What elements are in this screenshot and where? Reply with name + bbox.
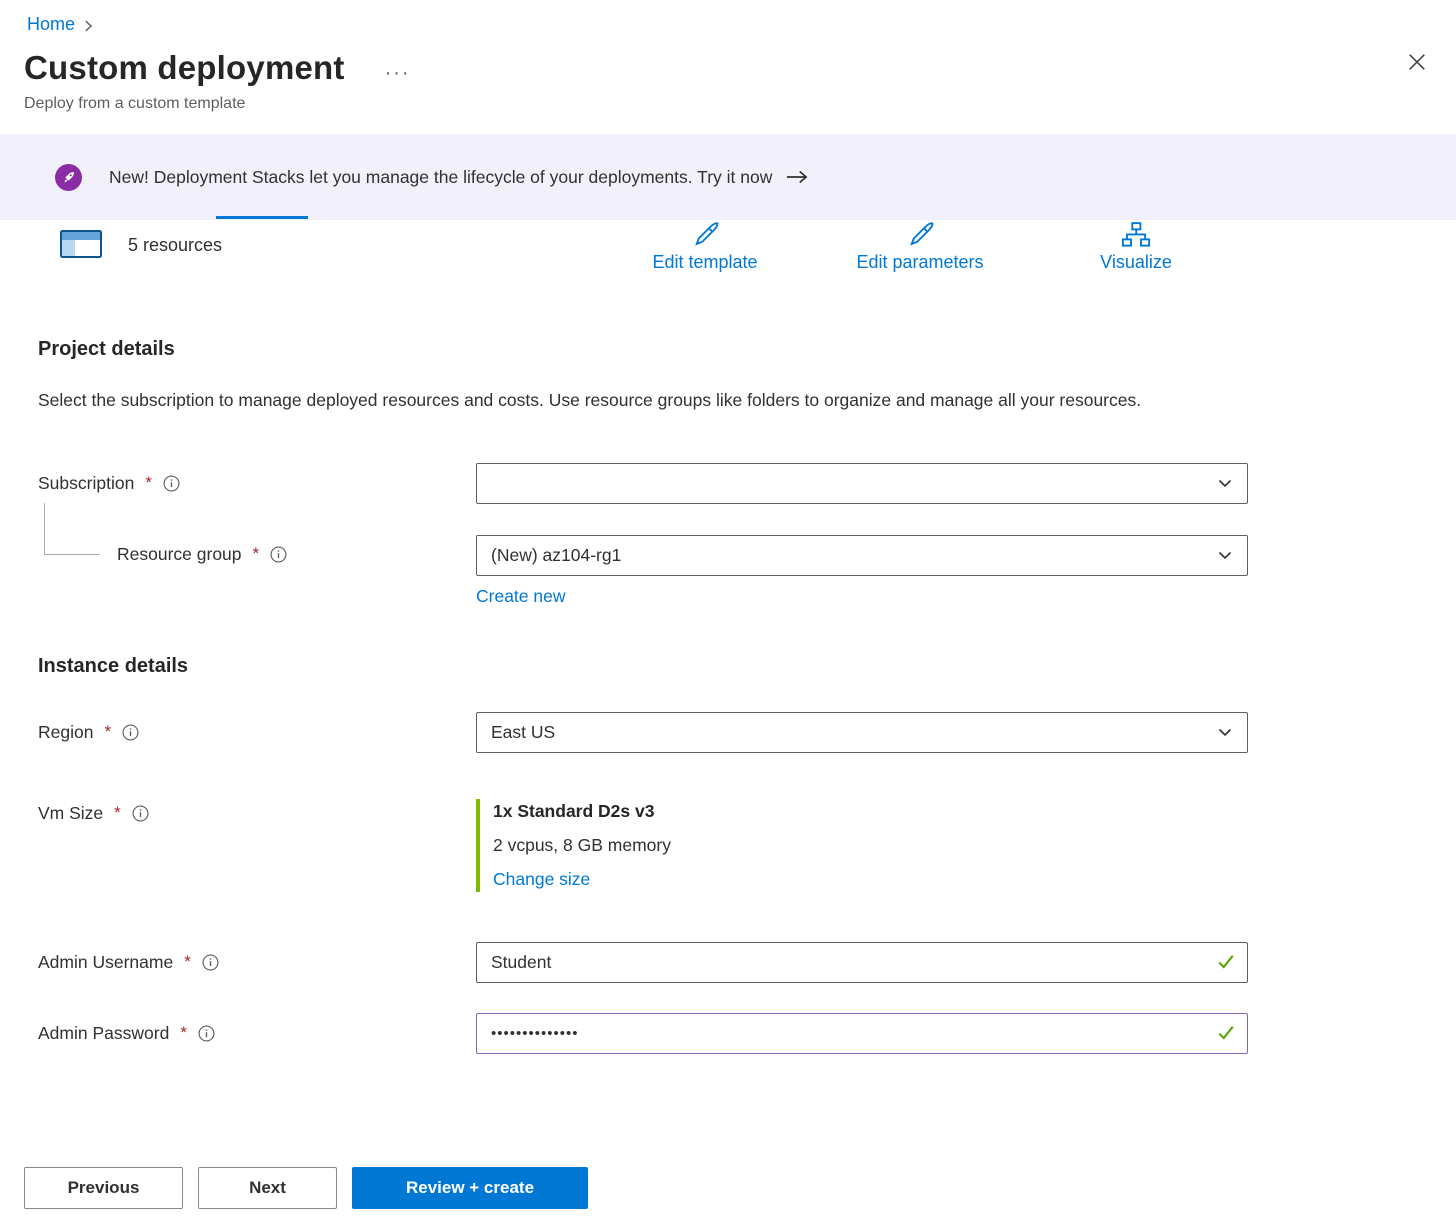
admin-username-input[interactable] — [476, 942, 1248, 983]
vm-size-row: Vm Size * 1x Standard D2s v3 2 vcpus, 8 G… — [38, 799, 1432, 892]
change-size-link[interactable]: Change size — [493, 869, 590, 890]
admin-password-info-button[interactable] — [198, 1025, 215, 1042]
subscription-label: Subscription — [38, 473, 134, 494]
info-icon — [202, 954, 219, 971]
vm-size-label: Vm Size — [38, 803, 103, 824]
more-actions-ellipsis[interactable]: ··· — [385, 62, 411, 85]
subscription-select[interactable] — [476, 463, 1248, 504]
template-resources: 5 resources — [58, 226, 222, 264]
selected-tab-underline — [216, 216, 308, 219]
previous-button[interactable]: Previous — [24, 1167, 183, 1209]
info-icon — [163, 475, 180, 492]
valid-checkmark-icon — [1217, 953, 1235, 976]
info-icon — [198, 1025, 215, 1042]
resource-group-label: Resource group — [117, 544, 242, 565]
breadcrumb: Home — [0, 0, 1456, 35]
next-button[interactable]: Next — [198, 1167, 337, 1209]
pencil-icon — [903, 220, 937, 250]
resource-group-value: (New) az104-rg1 — [491, 545, 621, 566]
required-asterisk: * — [145, 473, 152, 493]
breadcrumb-home-link[interactable]: Home — [27, 14, 75, 35]
create-new-link[interactable]: Create new — [476, 586, 566, 607]
vm-size-specs: 2 vcpus, 8 GB memory — [493, 835, 1248, 856]
chevron-down-icon — [1217, 547, 1233, 563]
edit-template-label: Edit template — [652, 252, 757, 273]
resource-group-select[interactable]: (New) az104-rg1 — [476, 535, 1248, 576]
chevron-down-icon — [1217, 724, 1233, 740]
vm-size-title: 1x Standard D2s v3 — [493, 801, 1248, 822]
edit-parameters-label: Edit parameters — [856, 252, 983, 273]
sitemap-icon — [1120, 220, 1152, 250]
resource-group-info-button[interactable] — [270, 546, 287, 563]
info-icon — [270, 546, 287, 563]
region-row: Region * East US — [38, 712, 1432, 753]
visualize-link[interactable]: Visualize — [1090, 220, 1182, 273]
admin-username-info-button[interactable] — [202, 954, 219, 971]
region-value: East US — [491, 722, 555, 743]
edit-template-link[interactable]: Edit template — [635, 220, 775, 273]
required-asterisk: * — [180, 1023, 187, 1043]
admin-password-row: Admin Password * — [38, 1013, 1432, 1054]
subscription-info-button[interactable] — [163, 475, 180, 492]
breadcrumb-chevron-icon — [81, 19, 95, 33]
form-content: Project details Select the subscription … — [0, 338, 1456, 1054]
admin-password-label: Admin Password — [38, 1023, 169, 1044]
required-asterisk: * — [114, 803, 121, 823]
required-asterisk: * — [253, 544, 260, 564]
region-label: Region — [38, 722, 93, 743]
valid-checkmark-icon — [1217, 1024, 1235, 1047]
edit-parameters-link[interactable]: Edit parameters — [838, 220, 1002, 273]
template-bar: 5 resources Edit template Edit parameter… — [0, 220, 1456, 294]
pencil-icon — [688, 220, 722, 250]
custom-deployment-page: Home Custom deployment ··· Deploy from a… — [0, 0, 1456, 1219]
required-asterisk: * — [184, 952, 191, 972]
banner-arrow-icon — [786, 168, 808, 186]
visualize-label: Visualize — [1100, 252, 1172, 273]
rocket-icon — [55, 164, 82, 191]
template-icon — [58, 226, 104, 264]
resource-group-row: Resource group * (New) az104-rg1 Create n… — [38, 535, 1432, 607]
page-title: Custom deployment — [24, 49, 345, 87]
admin-username-label: Admin Username — [38, 952, 173, 973]
review-create-button[interactable]: Review + create — [352, 1167, 588, 1209]
project-details-heading: Project details — [38, 338, 1432, 361]
instance-details-heading: Instance details — [38, 655, 1432, 678]
deployment-stacks-banner[interactable]: New! Deployment Stacks let you manage th… — [0, 134, 1456, 220]
wizard-footer: Previous Next Review + create — [24, 1167, 588, 1209]
info-icon — [132, 805, 149, 822]
resources-count-label: 5 resources — [128, 235, 222, 256]
project-details-description: Select the subscription to manage deploy… — [38, 385, 1198, 417]
region-info-button[interactable] — [122, 724, 139, 741]
tree-connector — [44, 503, 100, 555]
vm-size-summary: 1x Standard D2s v3 2 vcpus, 8 GB memory … — [476, 799, 1248, 892]
vm-size-info-button[interactable] — [132, 805, 149, 822]
subscription-row: Subscription * — [38, 463, 1432, 504]
chevron-down-icon — [1217, 475, 1233, 491]
close-icon — [1408, 53, 1426, 71]
admin-password-input[interactable] — [476, 1013, 1248, 1054]
close-button[interactable] — [1400, 45, 1434, 79]
banner-text: New! Deployment Stacks let you manage th… — [109, 167, 772, 188]
page-header: Custom deployment ··· Deploy from a cust… — [0, 35, 1456, 113]
page-subtitle: Deploy from a custom template — [24, 95, 1432, 113]
info-icon — [122, 724, 139, 741]
region-select[interactable]: East US — [476, 712, 1248, 753]
admin-username-row: Admin Username * — [38, 942, 1432, 983]
required-asterisk: * — [104, 722, 111, 742]
